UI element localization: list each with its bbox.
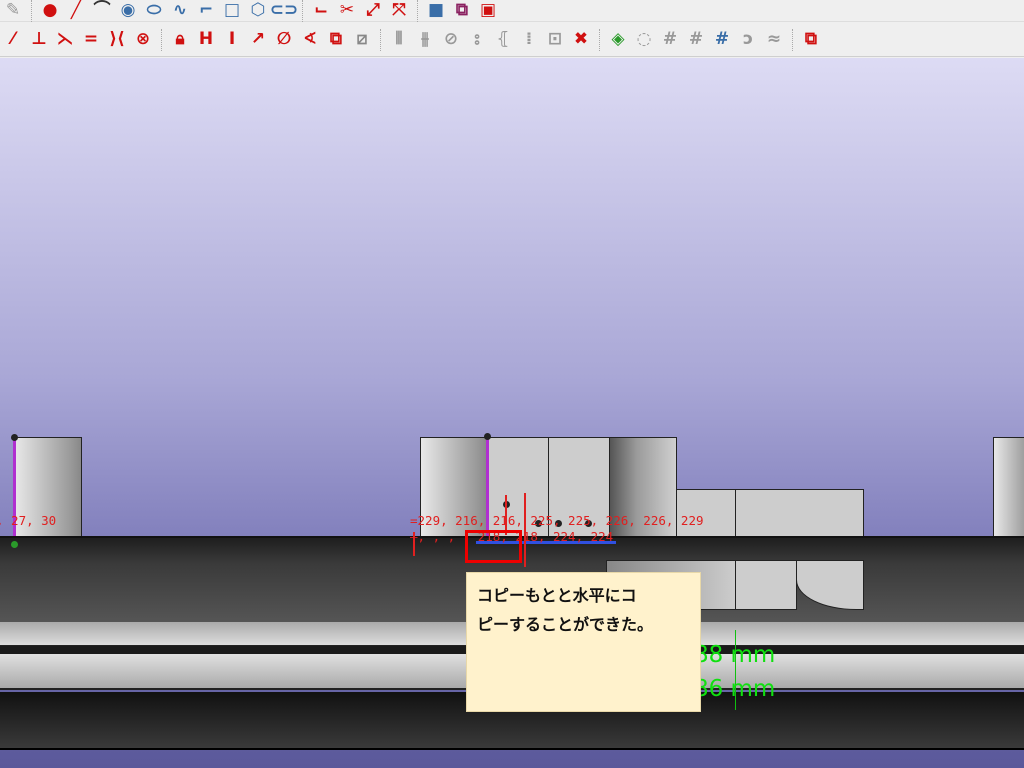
bspline-icon[interactable]: ∿ bbox=[169, 0, 191, 22]
vertex-point[interactable] bbox=[11, 434, 18, 441]
mirror-icon[interactable]: ◌ bbox=[633, 29, 655, 51]
line-icon[interactable]: ╱ bbox=[65, 0, 87, 22]
toolbar-separator bbox=[302, 0, 303, 22]
horizontal-distance-icon[interactable]: H bbox=[195, 29, 217, 51]
perpendicular-constraint-icon[interactable]: ⊥ bbox=[28, 29, 50, 51]
split-icon[interactable]: ⤧ bbox=[388, 0, 410, 22]
constraint-label: =229, 216, 216, 225, 225, 226, 226, 229 bbox=[410, 513, 704, 528]
circle-icon[interactable]: ◉ bbox=[117, 0, 139, 22]
ruler-icon[interactable]: ✎ bbox=[2, 0, 24, 22]
angle-constraint-icon[interactable]: ∢ bbox=[299, 29, 321, 51]
distance-constraint-icon[interactable]: ↗ bbox=[247, 29, 269, 51]
vertex-point[interactable] bbox=[484, 433, 491, 440]
show-dof-icon[interactable]: ⫴ bbox=[388, 29, 410, 51]
note-line: コピーもとと水平にコ bbox=[477, 586, 637, 605]
symmetry-icon[interactable]: ↄ bbox=[737, 29, 759, 51]
clone-icon[interactable]: # bbox=[659, 29, 681, 51]
toolbar-separator bbox=[161, 28, 162, 51]
toolbar-separator bbox=[599, 28, 600, 51]
toggle-active-icon[interactable]: ⧄ bbox=[351, 29, 373, 51]
fillet-icon[interactable]: ⌙ bbox=[310, 0, 332, 22]
equal-constraint-icon[interactable]: = bbox=[80, 29, 102, 51]
constraint-label: , 27, 30 bbox=[0, 513, 57, 528]
slot-icon[interactable]: ⊂⊃ bbox=[270, 0, 299, 22]
merge-sketch-icon[interactable]: ⧉ bbox=[800, 29, 822, 51]
symmetric-constraint-icon[interactable]: ⟩⟨ bbox=[106, 29, 128, 51]
extend-icon[interactable]: ⤢ bbox=[362, 0, 384, 22]
arc-icon[interactable]: ⌒ bbox=[91, 0, 113, 22]
note-line: ピーすることができた。 bbox=[477, 615, 654, 634]
array-icon[interactable]: # bbox=[711, 29, 733, 51]
step-block-b bbox=[735, 489, 864, 541]
toolbar-separator bbox=[380, 28, 381, 51]
rectangle-icon[interactable]: □ bbox=[221, 0, 243, 22]
polyline-icon[interactable]: ⌐ bbox=[195, 0, 217, 22]
toolbar-separator bbox=[31, 0, 32, 22]
sketch-constraints-toolbar: ⁄ ⊥ ⋋ = ⟩⟨ ⊗ 🔒︎ H I ↗ ∅ ∢ ⧉ ⧄ ⫴ ⫵ ⊘ ⦂ ⦃ ⁞ ⊡ ✖ ◈ ◌ # # # ↄ ≈ ⧉ bbox=[0, 23, 1024, 57]
toolbar-separator bbox=[792, 28, 793, 51]
toggle-driving-icon[interactable]: ⧉ bbox=[325, 29, 347, 51]
trim-icon[interactable]: ✂ bbox=[336, 0, 358, 22]
construction-mode-icon[interactable]: ▣ bbox=[477, 0, 499, 22]
remove-axes-icon[interactable]: ≈ bbox=[763, 29, 785, 51]
toolbar-separator bbox=[417, 0, 418, 22]
external-geometry-icon[interactable]: ■ bbox=[425, 0, 447, 22]
right-block bbox=[993, 437, 1024, 541]
delete-constraints-icon[interactable]: ✖ bbox=[570, 29, 592, 51]
vertical-distance-icon[interactable]: I bbox=[221, 29, 243, 51]
lock-constraint-icon[interactable]: 🔒︎ bbox=[169, 29, 191, 51]
copy-icon[interactable]: # bbox=[685, 29, 707, 51]
select-constraints-icon[interactable]: ⫵ bbox=[414, 29, 436, 51]
select-elements-icon[interactable]: ⁞ bbox=[518, 29, 540, 51]
restore-view-icon[interactable]: ⊡ bbox=[544, 29, 566, 51]
select-redundant-icon[interactable]: ⦂ bbox=[466, 29, 488, 51]
radius-constraint-icon[interactable]: ∅ bbox=[273, 29, 295, 51]
vertex-point[interactable] bbox=[11, 541, 18, 548]
select-origin-icon[interactable]: ⊘ bbox=[440, 29, 462, 51]
select-conflicting-icon[interactable]: ⦃ bbox=[492, 29, 514, 51]
point-icon[interactable]: ● bbox=[39, 0, 61, 22]
polygon-icon[interactable]: ⬡ bbox=[247, 0, 269, 22]
validate-sketch-icon[interactable]: ◈ bbox=[607, 29, 629, 51]
3d-viewport[interactable]: , 27, 30 =229, 216, 216, 225, 225, 226, … bbox=[0, 58, 1024, 768]
block-constraint-icon[interactable]: ⊗ bbox=[132, 29, 154, 51]
selection-box bbox=[465, 530, 522, 563]
coincident-constraint-icon[interactable]: ⁄ bbox=[2, 29, 24, 51]
sketch-geometry-toolbar: ✎ ● ╱ ⌒ ◉ ⬭ ∿ ⌐ □ ⬡ ⊂⊃ ⌙ ✂ ⤢ ⤧ ■ ⧉ ▣ bbox=[0, 0, 1024, 22]
lower-block-b bbox=[735, 560, 797, 610]
carbon-copy-icon[interactable]: ⧉ bbox=[451, 0, 473, 22]
annotation-note: コピーもとと水平にコ ピーすることができた。 bbox=[466, 572, 701, 712]
tangent-constraint-icon[interactable]: ⋋ bbox=[54, 29, 76, 51]
ellipse-icon[interactable]: ⬭ bbox=[143, 0, 165, 22]
